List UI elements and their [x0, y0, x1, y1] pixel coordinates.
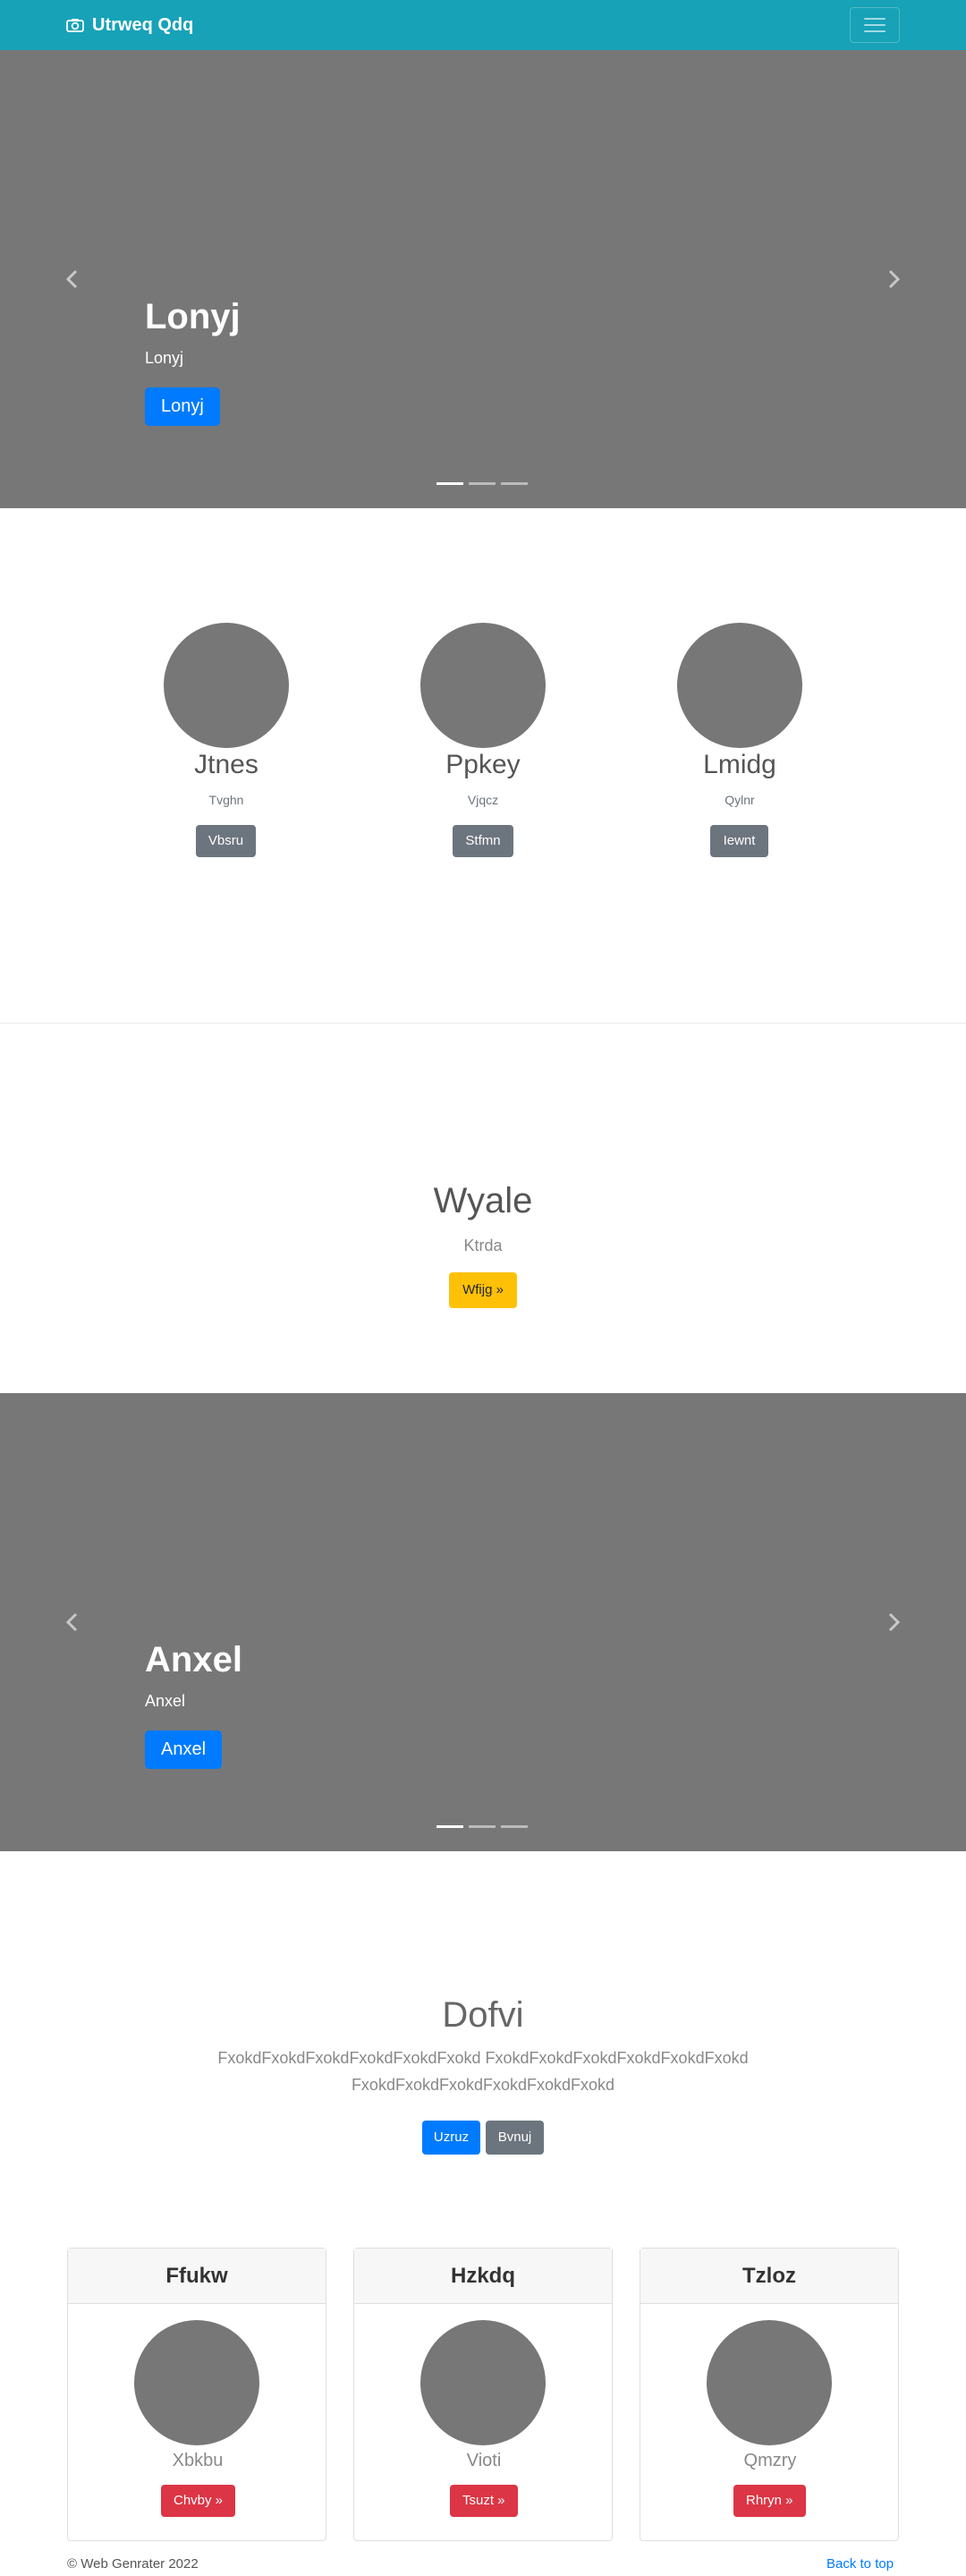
marketing-title-2: Ppkey [445, 750, 521, 779]
marketing-subtitle-3: Qylnr [724, 793, 755, 807]
carousel-caption: Lonyj Lonyj Lonyj [145, 295, 241, 426]
back-to-top-link[interactable]: Back to top [826, 2556, 894, 2572]
jumbotron-text-line-1: FxokdFxokdFxokdFxokdFxokdFxokd FxokdFxok… [217, 2049, 749, 2067]
card-button[interactable]: Tsuzt » [450, 2485, 518, 2517]
marketing-subtitle-1: Tvghn [208, 793, 244, 807]
carousel-heading: Lonyj [145, 297, 241, 336]
card-3: Tzloz Qmzry Rhryn » [640, 2248, 899, 2541]
feature-subtitle: Ktrda [463, 1237, 503, 1254]
footer-copyright: © Web Genrater 2022 [67, 2556, 199, 2572]
navbar-brand[interactable]: Utrweq Qdq [66, 13, 193, 38]
jumbotron-primary-button[interactable]: Uzruz [422, 2121, 480, 2155]
carousel-indicator-2[interactable] [469, 482, 496, 485]
marketing-button-2[interactable]: Stfmn [453, 825, 513, 857]
jumbotron-title: Dofvi [442, 1995, 524, 2035]
carousel-text: Lonyj [145, 349, 184, 367]
card-image [420, 2320, 546, 2445]
card-button[interactable]: Chvby » [161, 2485, 236, 2517]
feature-button[interactable]: Wfijg » [449, 1272, 517, 1308]
chevron-left-icon [65, 269, 78, 289]
section-divider [0, 1023, 966, 1024]
card-1: Ffukw Xbkbu Chvby » [67, 2248, 326, 2541]
navbar: Utrweq Qdq [0, 0, 966, 50]
card-name: Vioti [466, 2451, 502, 2470]
carousel-indicator-1[interactable] [436, 482, 463, 485]
brand-label: Utrweq Qdq [92, 14, 194, 35]
carousel-prev-button[interactable] [59, 266, 86, 293]
carousel2-text: Anxel [145, 1692, 186, 1710]
camera-icon [66, 19, 84, 32]
card-button[interactable]: Rhryn » [733, 2485, 806, 2517]
marketing-title-3: Lmidg [703, 750, 776, 779]
card-header: Ffukw [68, 2249, 326, 2304]
marketing-button-3[interactable]: Iewnt [710, 825, 768, 857]
carousel2-heading: Anxel [145, 1640, 242, 1679]
carousel2-indicators [436, 1825, 528, 1828]
feature-title: Wyale [433, 1181, 533, 1220]
marketing-image-1 [164, 623, 289, 748]
card-name: Xbkbu [172, 2451, 224, 2470]
menu-toggle-button[interactable] [850, 7, 900, 43]
carousel2-indicator-2[interactable] [469, 1825, 496, 1828]
chevron-right-icon [888, 1612, 901, 1632]
marketing-subtitle-2: Vjqcz [467, 793, 499, 807]
carousel2-next-button[interactable] [880, 1609, 907, 1636]
carousel-indicator-3[interactable] [501, 482, 528, 485]
jumbotron-secondary-button[interactable]: Bvnuj [486, 2121, 544, 2155]
chevron-left-icon [65, 1612, 78, 1632]
carousel2-cta-button[interactable]: Anxel [145, 1730, 223, 1769]
marketing-image-2 [420, 623, 546, 748]
carousel-indicators [436, 482, 528, 485]
card-header: Hzkdq [354, 2249, 612, 2304]
marketing-image-3 [677, 623, 802, 748]
marketing-button-1[interactable]: Vbsru [196, 825, 256, 857]
chevron-right-icon [888, 269, 901, 289]
carousel-next-button[interactable] [880, 266, 907, 293]
jumbotron-text-line-2: FxokdFxokdFxokdFxokdFxokdFxokd [351, 2076, 615, 2094]
carousel-cta-button[interactable]: Lonyj [145, 387, 220, 426]
marketing-title-1: Jtnes [194, 750, 258, 779]
card-2: Hzkdq Vioti Tsuzt » [353, 2248, 613, 2541]
second-carousel: Anxel Anxel Anxel [0, 1393, 966, 1851]
card-name: Qmzry [743, 2451, 797, 2470]
carousel2-prev-button[interactable] [59, 1609, 86, 1636]
card-header: Tzloz [640, 2249, 898, 2304]
card-image [707, 2320, 832, 2445]
card-image [134, 2320, 259, 2445]
carousel2-indicator-1[interactable] [436, 1825, 463, 1828]
carousel2-caption: Anxel Anxel Anxel [145, 1638, 242, 1769]
carousel2-indicator-3[interactable] [501, 1825, 528, 1828]
hero-carousel: Lonyj Lonyj Lonyj [0, 50, 966, 508]
hamburger-icon [864, 18, 886, 32]
